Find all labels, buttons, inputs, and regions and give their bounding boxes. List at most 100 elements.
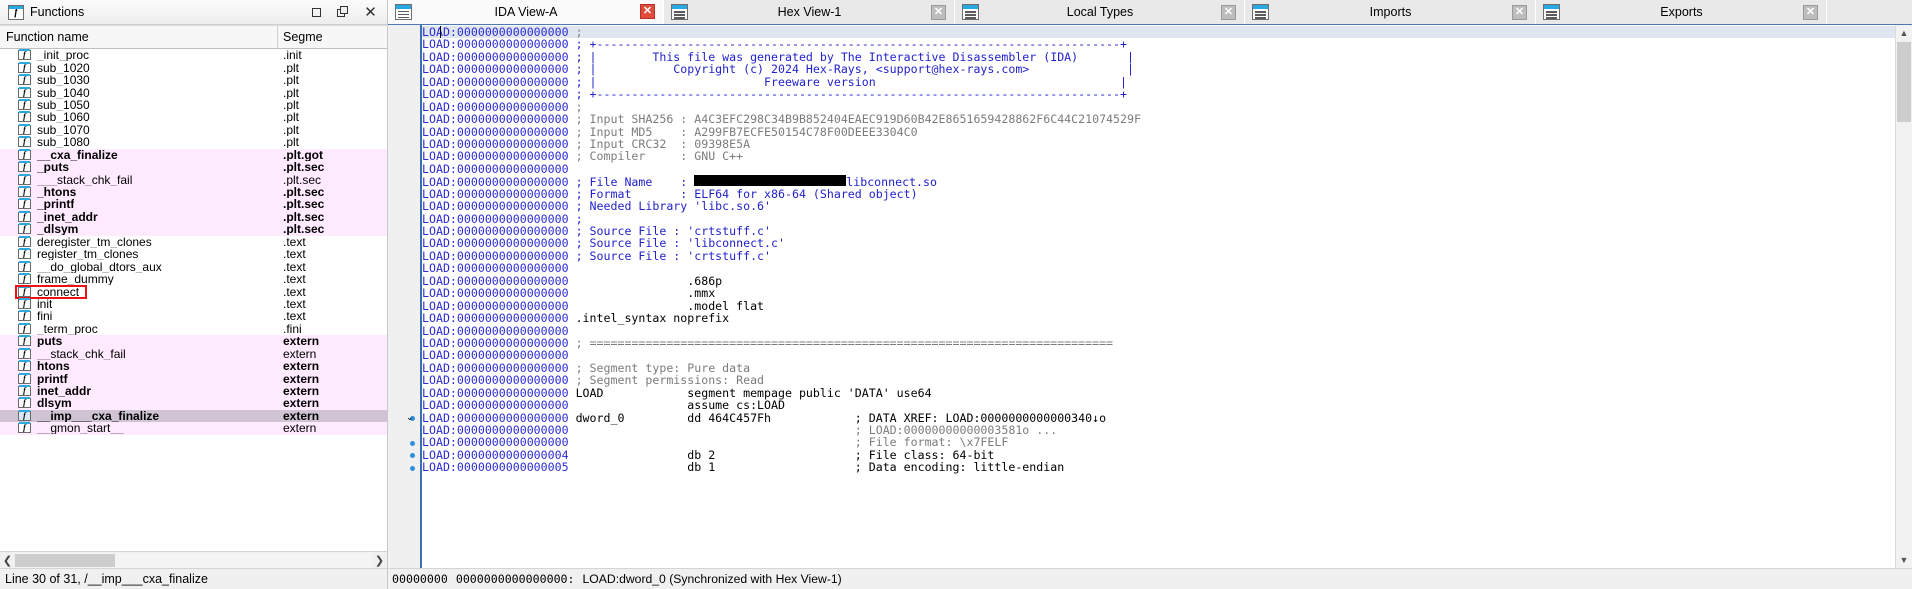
table-row[interactable]: f sub_1040 .plt <box>0 86 387 99</box>
tab-ida-view-a[interactable]: IDA View-A ✕ <box>388 0 664 24</box>
disassembly-line[interactable]: LOAD:0000000000000000 ; +---------------… <box>422 88 1896 100</box>
function-name-cell: sub_1020 <box>37 61 90 74</box>
functions-list[interactable]: f _init_proc .init f sub_1020 .plt f sub_1030 .p… <box>0 49 387 551</box>
function-icon: f <box>18 198 31 210</box>
table-row[interactable]: f sub_1060 .plt <box>0 111 387 123</box>
close-icon[interactable]: ✕ <box>1803 4 1818 20</box>
table-row[interactable]: f _init_proc .init <box>0 49 387 61</box>
function-name-cell: __cxa_finalize <box>37 148 118 161</box>
function-segment-cell: .init <box>283 49 302 62</box>
table-row[interactable]: f _htons .plt.sec <box>0 185 387 199</box>
close-icon[interactable]: ✕ <box>1221 4 1236 20</box>
disassembly-view[interactable]: ⌄ LOAD:0000000000000000 ; LOAD:0000000000… <box>388 25 1896 568</box>
table-row[interactable]: f connect .text <box>0 285 387 298</box>
table-row[interactable]: f frame_dummy .text <box>0 273 387 285</box>
table-row[interactable]: f __stack_chk_fail extern <box>0 347 387 360</box>
function-icon: f <box>18 74 31 86</box>
scroll-left-icon[interactable]: ❮ <box>0 552 15 568</box>
table-row[interactable]: f inet_addr extern <box>0 384 387 398</box>
function-icon: f <box>18 260 31 272</box>
table-row[interactable]: f sub_1030 .plt <box>0 74 387 86</box>
table-row[interactable]: f sub_1020 .plt <box>0 61 387 74</box>
function-segment-cell: .plt.sec <box>283 198 325 211</box>
disassembly-line[interactable]: LOAD:0000000000000000 ; Needed Library '… <box>422 200 1896 212</box>
function-segment-cell: .plt <box>283 74 300 87</box>
functions-title-bar: f Functions ✕ <box>0 0 387 25</box>
function-name-cell: _term_proc <box>37 322 98 335</box>
table-row[interactable]: f _inet_addr .plt.sec <box>0 210 387 224</box>
close-icon[interactable]: ✕ <box>931 4 946 20</box>
table-row[interactable]: f __cxa_finalize .plt.got <box>0 148 387 161</box>
tab-hex-view-1[interactable]: Hex View-1 ✕ <box>664 0 955 24</box>
function-name-cell: sub_1040 <box>37 86 90 99</box>
table-row[interactable]: f register_tm_clones .text <box>0 248 387 260</box>
ida-view-icon <box>395 3 412 20</box>
scroll-right-icon[interactable]: ❯ <box>372 552 387 568</box>
disassembly-line[interactable]: LOAD:0000000000000000 <box>422 163 1896 175</box>
disassembly-line[interactable]: LOAD:0000000000000000 .intel_syntax nopr… <box>422 312 1896 324</box>
table-row[interactable]: f sub_1050 .plt <box>0 98 387 111</box>
disassembly-vertical-scrollbar[interactable]: ▲ ▼ <box>1895 25 1912 568</box>
disassembly-line[interactable]: LOAD:0000000000000000 ; Source File : 'c… <box>422 250 1896 262</box>
table-row[interactable]: f _printf .plt.sec <box>0 198 387 211</box>
tab-exports[interactable]: Exports ✕ <box>1536 0 1827 24</box>
table-row[interactable]: f __gmon_start__ extern <box>0 422 387 435</box>
table-row[interactable]: f sub_1080 .plt <box>0 136 387 148</box>
table-row[interactable]: f init .text <box>0 297 387 310</box>
disassembly-status-bar: 00000000 0000000000000000: LOAD:dword_0 … <box>388 568 1912 589</box>
table-row[interactable]: f _puts .plt.sec <box>0 160 387 174</box>
disassembly-text[interactable]: LOAD:0000000000000000 ; LOAD:000000000000… <box>420 25 1896 568</box>
scroll-down-icon[interactable]: ▼ <box>1896 552 1912 568</box>
breakpoint-dot-icon <box>410 440 415 446</box>
collapse-chevron-icon[interactable]: ⌄ <box>406 412 415 422</box>
disassembly-line[interactable]: LOAD:0000000000000005 db 1 ; Data encodi… <box>422 461 1896 473</box>
view-tab-bar: IDA View-A ✕ Hex View-1 ✕ Local Types ✕ Import… <box>388 0 1912 25</box>
table-row[interactable]: f printf extern <box>0 372 387 385</box>
disassembly-line[interactable]: LOAD:0000000000000000 ; ================… <box>422 337 1896 349</box>
table-row[interactable]: f _dlsym .plt.sec <box>0 223 387 236</box>
close-button[interactable]: ✕ <box>364 5 377 20</box>
tab-local-types[interactable]: Local Types ✕ <box>955 0 1245 24</box>
function-segment-cell: .plt <box>283 123 300 136</box>
function-icon: f <box>18 123 31 135</box>
line-text: .intel_syntax noprefix <box>575 311 730 326</box>
disassembly-line[interactable]: LOAD:0000000000000000 ; Compiler : GNU C… <box>422 150 1896 162</box>
function-icon: f <box>8 4 24 20</box>
function-icon: f <box>18 61 31 73</box>
column-header-segment[interactable]: Segme <box>277 26 383 48</box>
function-segment-cell: extern <box>283 422 317 435</box>
close-icon[interactable]: ✕ <box>1512 4 1527 20</box>
tab-imports[interactable]: Imports ✕ <box>1245 0 1536 24</box>
table-row[interactable]: f __do_global_dtors_aux .text <box>0 260 387 273</box>
scroll-track[interactable] <box>15 552 372 568</box>
restore-button[interactable] <box>310 6 323 19</box>
table-row[interactable]: f deregister_tm_clones .text <box>0 235 387 248</box>
table-row[interactable]: f dlsym extern <box>0 397 387 410</box>
scroll-thumb[interactable] <box>15 553 115 567</box>
function-name-cell: frame_dummy <box>37 273 114 286</box>
maximize-button[interactable] <box>337 5 350 19</box>
table-row[interactable]: f sub_1070 .plt <box>0 123 387 136</box>
function-segment-cell: extern <box>283 397 320 410</box>
function-name-cell: printf <box>37 372 68 385</box>
functions-horizontal-scrollbar[interactable]: ❮ ❯ <box>0 551 387 568</box>
line-address: LOAD:0000000000000000 <box>422 161 569 176</box>
column-header-function-name[interactable]: Function name <box>0 30 89 44</box>
function-name-cell: _inet_addr <box>37 210 98 223</box>
function-name-cell: ___stack_chk_fail <box>37 173 133 186</box>
function-segment-cell: .fini <box>283 322 302 335</box>
function-segment-cell: extern <box>283 372 320 385</box>
function-name-cell: _htons <box>37 186 77 199</box>
table-row[interactable]: f _term_proc .fini <box>0 322 387 335</box>
table-row[interactable]: f htons extern <box>0 359 387 373</box>
function-segment-cell: .plt.sec <box>283 186 325 199</box>
function-segment-cell: .plt <box>283 136 300 149</box>
scroll-up-icon[interactable]: ▲ <box>1896 25 1912 41</box>
table-row[interactable]: f fini .text <box>0 310 387 322</box>
close-icon[interactable]: ✕ <box>640 4 655 19</box>
line-address: LOAD:0000000000000005 <box>422 460 569 475</box>
table-row[interactable]: f puts extern <box>0 335 387 348</box>
vertical-scroll-thumb[interactable] <box>1897 42 1911 122</box>
table-row[interactable]: f ___stack_chk_fail .plt.sec <box>0 173 387 186</box>
table-row[interactable]: f __imp___cxa_finalize extern <box>0 409 387 423</box>
